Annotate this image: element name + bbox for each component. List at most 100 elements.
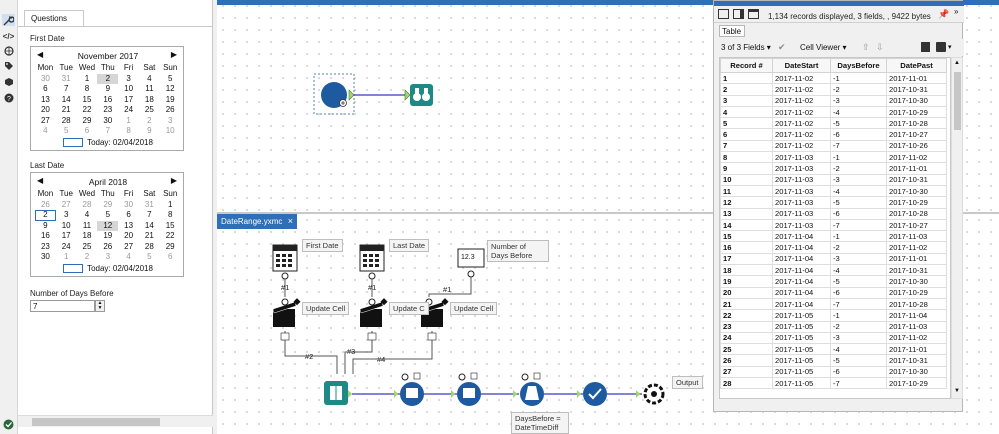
table-cell[interactable]: 25 (720, 343, 773, 356)
table-row[interactable]: 23 2017-11-05 -2 2017-11-03 (720, 320, 947, 333)
table-cell[interactable]: 10 (720, 173, 773, 186)
table-cell[interactable]: 2017-10-31 (886, 354, 947, 367)
table-cell[interactable]: 2017-11-02 (772, 139, 831, 153)
table-row[interactable]: 25 2017-11-05 -4 2017-11-01 (720, 343, 947, 356)
table-cell[interactable]: 2 (720, 83, 773, 96)
next-month-icon[interactable]: ▶ (171, 176, 177, 185)
calendar-day[interactable]: 9 (35, 221, 56, 232)
table-cell[interactable]: -2 (830, 241, 887, 254)
column-header[interactable]: DateStart (772, 58, 831, 73)
calendar-day[interactable]: 2 (35, 210, 56, 221)
table-row[interactable]: 24 2017-11-05 -3 2017-11-02 (720, 331, 947, 345)
table-cell[interactable]: -7 (830, 139, 887, 153)
table-cell[interactable]: 2017-10-29 (886, 196, 947, 209)
table-cell[interactable]: 2017-11-02 (772, 105, 831, 119)
calendar-day[interactable]: 2 (77, 252, 98, 263)
calendar-day[interactable]: 5 (56, 126, 77, 137)
calendar-day[interactable]: 3 (97, 252, 118, 263)
table-cell[interactable]: 2017-10-28 (886, 297, 947, 311)
table-cell[interactable]: 2017-11-02 (886, 151, 947, 164)
last-date-calendar[interactable]: ◀ April 2018 ▶ Mon Tue Wed Thu Fri Sat Sun 26 27… (30, 172, 184, 277)
scrollbar-thumb[interactable] (954, 72, 961, 130)
table-cell[interactable]: 2017-11-03 (772, 196, 831, 209)
table-cell[interactable]: 19 (720, 275, 773, 288)
table-cell[interactable]: 12 (720, 196, 773, 209)
calendar-day[interactable]: 12 (97, 220, 119, 231)
calendar-day[interactable]: 27 (35, 116, 56, 127)
calendar-day[interactable]: 19 (160, 95, 181, 106)
calendar-day[interactable]: 15 (160, 221, 181, 232)
calendar-day[interactable]: 17 (118, 95, 139, 106)
table-cell[interactable]: -2 (830, 320, 887, 333)
table-cell[interactable]: -3 (830, 173, 887, 186)
table-cell[interactable]: -5 (830, 275, 887, 288)
table-row[interactable]: 7 2017-11-02 -7 2017-10-26 (720, 139, 947, 153)
table-cell[interactable]: 2017-11-04 (772, 286, 831, 299)
calendar-day[interactable]: 8 (118, 126, 139, 137)
table-row[interactable]: 21 2017-11-04 -7 2017-10-28 (720, 297, 947, 311)
calendar-day[interactable]: 23 (35, 242, 56, 253)
calendar-day[interactable]: 13 (118, 221, 139, 232)
calendar-day[interactable]: 5 (160, 74, 181, 85)
table-cell[interactable]: 2017-10-30 (886, 275, 947, 288)
table-cell[interactable]: -5 (830, 117, 887, 130)
table-cell[interactable]: 20 (720, 286, 773, 299)
calendar-day[interactable]: 10 (160, 126, 181, 137)
table-cell[interactable]: 2017-10-29 (886, 105, 947, 119)
calendar-day[interactable]: 4 (77, 210, 98, 221)
table-row[interactable]: 26 2017-11-05 -5 2017-10-31 (720, 354, 947, 367)
table-cell[interactable]: 2017-11-04 (772, 252, 831, 266)
calendar-day[interactable]: 1 (56, 252, 77, 263)
table-cell[interactable]: 2017-11-02 (772, 117, 831, 130)
table-cell[interactable]: -3 (830, 252, 887, 266)
table-row[interactable]: 10 2017-11-03 -3 2017-10-31 (720, 173, 947, 186)
calendar-grid[interactable]: Mon Tue Wed Thu Fri Sat Sun 26 27 28 29 30 31 1 2 3 4 5 6 7… (35, 189, 181, 263)
calendar-day[interactable]: 7 (139, 210, 160, 221)
table-cell[interactable]: 2017-10-30 (886, 94, 947, 107)
scrollbar-thumb[interactable] (32, 418, 160, 426)
table-cell[interactable]: 2017-10-31 (886, 264, 947, 277)
results-window[interactable]: 1,134 records displayed, 3 fields, , 942… (713, 0, 964, 412)
table-row[interactable]: 2 2017-11-02 -2 2017-10-31 (720, 83, 947, 96)
results-table[interactable]: Record # DateStart DaysBefore DatePast 1 201… (719, 57, 951, 399)
table-cell[interactable]: -4 (830, 343, 887, 356)
calendar-day[interactable]: 13 (35, 95, 56, 106)
calendar-day[interactable]: 30 (35, 74, 56, 85)
calendar-day[interactable]: 27 (118, 242, 139, 253)
calendar-day[interactable]: 14 (56, 95, 77, 106)
table-cell[interactable]: 2017-11-01 (886, 162, 947, 175)
table-row[interactable]: 27 2017-11-05 -6 2017-10-30 (720, 365, 947, 379)
table-cell[interactable]: 26 (720, 354, 773, 367)
table-cell[interactable]: 6 (720, 128, 773, 141)
table-cell[interactable]: 2017-11-01 (886, 252, 947, 266)
table-cell[interactable]: 9 (720, 162, 773, 175)
help-icon[interactable]: ? (2, 92, 15, 104)
calendar-day[interactable]: 4 (35, 126, 56, 137)
table-cell[interactable]: 21 (720, 297, 773, 311)
tab-questions[interactable]: Questions (24, 10, 84, 27)
sort-down-icon[interactable]: ⇩ (876, 42, 884, 53)
wrench-icon[interactable] (2, 14, 15, 26)
table-cell[interactable]: 2017-11-04 (772, 264, 831, 277)
table-row[interactable]: 12 2017-11-03 -5 2017-10-29 (720, 196, 947, 209)
table-cell[interactable]: 2017-11-02 (772, 128, 831, 141)
table-cell[interactable]: 14 (720, 218, 773, 232)
table-cell[interactable]: 16 (720, 241, 773, 254)
tab-table[interactable]: Table (719, 25, 745, 37)
table-cell[interactable]: 15 (720, 230, 773, 243)
calendar-day[interactable]: 22 (77, 105, 98, 116)
table-cell[interactable]: 28 (720, 377, 773, 390)
calendar-day[interactable]: 28 (56, 116, 77, 127)
table-row[interactable]: 18 2017-11-04 -4 2017-10-31 (720, 264, 947, 277)
table-cell[interactable]: -4 (830, 264, 887, 277)
table-cell[interactable]: 2017-10-29 (886, 377, 947, 390)
calendar-day[interactable]: 30 (35, 252, 56, 263)
calendar-day[interactable]: 29 (77, 116, 98, 127)
table-cell[interactable]: 2017-11-05 (772, 354, 831, 367)
calendar-day[interactable]: 26 (160, 105, 181, 116)
next-month-icon[interactable]: ▶ (171, 50, 177, 59)
table-row[interactable]: 17 2017-11-04 -3 2017-11-01 (720, 252, 947, 266)
table-cell[interactable]: 18 (720, 264, 773, 277)
table-cell[interactable]: 2017-10-27 (886, 128, 947, 141)
vertical-scrollbar[interactable]: ▲ ▼ (951, 57, 963, 399)
